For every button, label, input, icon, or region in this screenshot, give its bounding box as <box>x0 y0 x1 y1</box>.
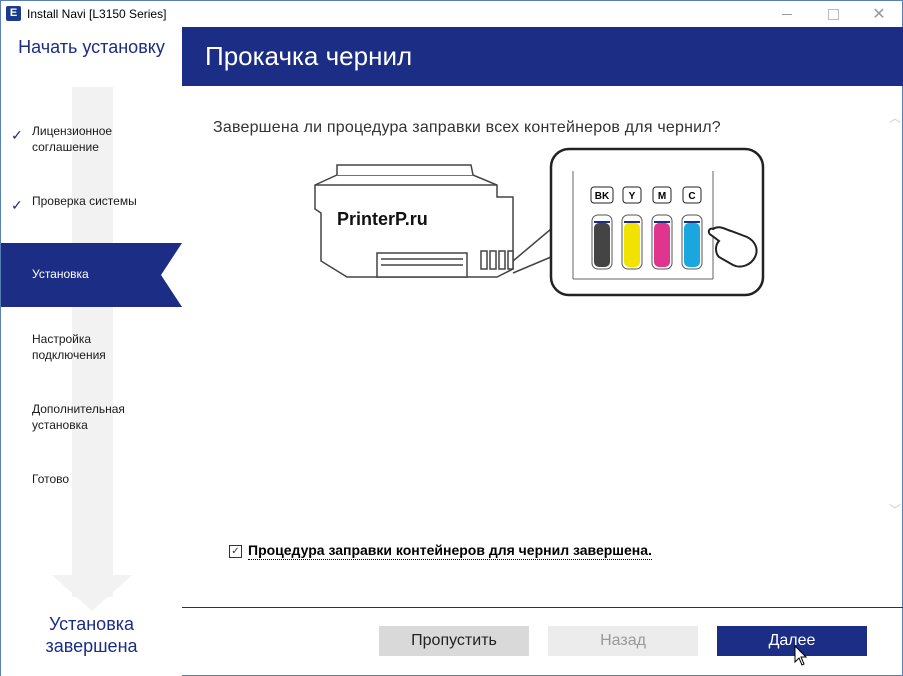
c-label: C <box>688 191 695 202</box>
ink-tank-y <box>621 214 643 270</box>
sidebar-finish-label: Установка завершена <box>1 613 182 657</box>
step-connection-setup: Настройка подключения <box>32 332 106 362</box>
ink-done-checkbox-row[interactable]: ✓ Процедура заправки контейнеров для чер… <box>229 542 652 560</box>
scroll-down-icon[interactable]: ﹀ <box>889 501 901 518</box>
bk-label: BK <box>595 191 610 202</box>
skip-button[interactable]: Пропустить <box>379 626 529 656</box>
content-scrollbar[interactable]: ︿ ﹀ <box>887 109 903 521</box>
close-button[interactable]: ✕ <box>856 1 902 27</box>
m-label: M <box>658 191 666 202</box>
window-title: Install Navi [L3150 Series] <box>27 7 167 21</box>
step-install-active: Установка <box>1 243 182 307</box>
sidebar-start-label: Начать установку <box>18 37 165 57</box>
scroll-up-icon[interactable]: ︿ <box>889 109 901 126</box>
ink-question: Завершена ли процедура заправки всех кон… <box>213 119 721 136</box>
maximize-button[interactable] <box>810 1 856 27</box>
app-logo-icon: E <box>6 6 21 21</box>
step-done: Готово <box>32 472 70 486</box>
page-title: Прокачка чернил <box>205 41 413 71</box>
step-system-check: Проверка системы <box>32 194 137 208</box>
steps-sidebar: Начать установку ✓ Лицензионное соглашен… <box>1 27 182 676</box>
progress-arrow-head <box>52 575 132 611</box>
check-icon: ✓ <box>11 197 23 213</box>
title-bar: E Install Navi [L3150 Series] ✕ <box>1 1 902 27</box>
mouse-cursor-icon <box>794 645 808 666</box>
close-icon: ✕ <box>872 6 886 23</box>
ink-done-checkbox[interactable]: ✓ <box>229 544 242 558</box>
ink-tank-m <box>651 214 673 270</box>
page-header: Прокачка чернил <box>182 27 903 86</box>
ink-tank-c <box>681 214 703 270</box>
sidebar-finish-line1: Установка <box>48 614 135 634</box>
sidebar-finish-line2: завершена <box>45 636 138 656</box>
step-license: Лицензионное соглашение <box>32 124 113 154</box>
next-button[interactable]: Далее <box>717 626 867 656</box>
y-label: Y <box>629 191 636 202</box>
check-icon: ✓ <box>11 127 23 143</box>
back-button[interactable]: Назад <box>548 626 698 656</box>
ink-done-checkbox-label[interactable]: Процедура заправки контейнеров для черни… <box>248 542 652 560</box>
active-step-notch <box>161 243 182 307</box>
installer-window: E Install Navi [L3150 Series] ✕ Начать у… <box>0 0 903 676</box>
step-install-label: Установка <box>32 267 89 281</box>
minimize-button[interactable] <box>764 1 810 27</box>
printer-ink-illustration: BK Y M C PrinterP.ru <box>314 147 765 297</box>
step-additional-install: Дополнительная установка <box>32 402 125 432</box>
watermark-text: PrinterP.ru <box>337 209 428 229</box>
footer-divider <box>182 607 903 608</box>
ink-tank-bk <box>591 214 613 270</box>
